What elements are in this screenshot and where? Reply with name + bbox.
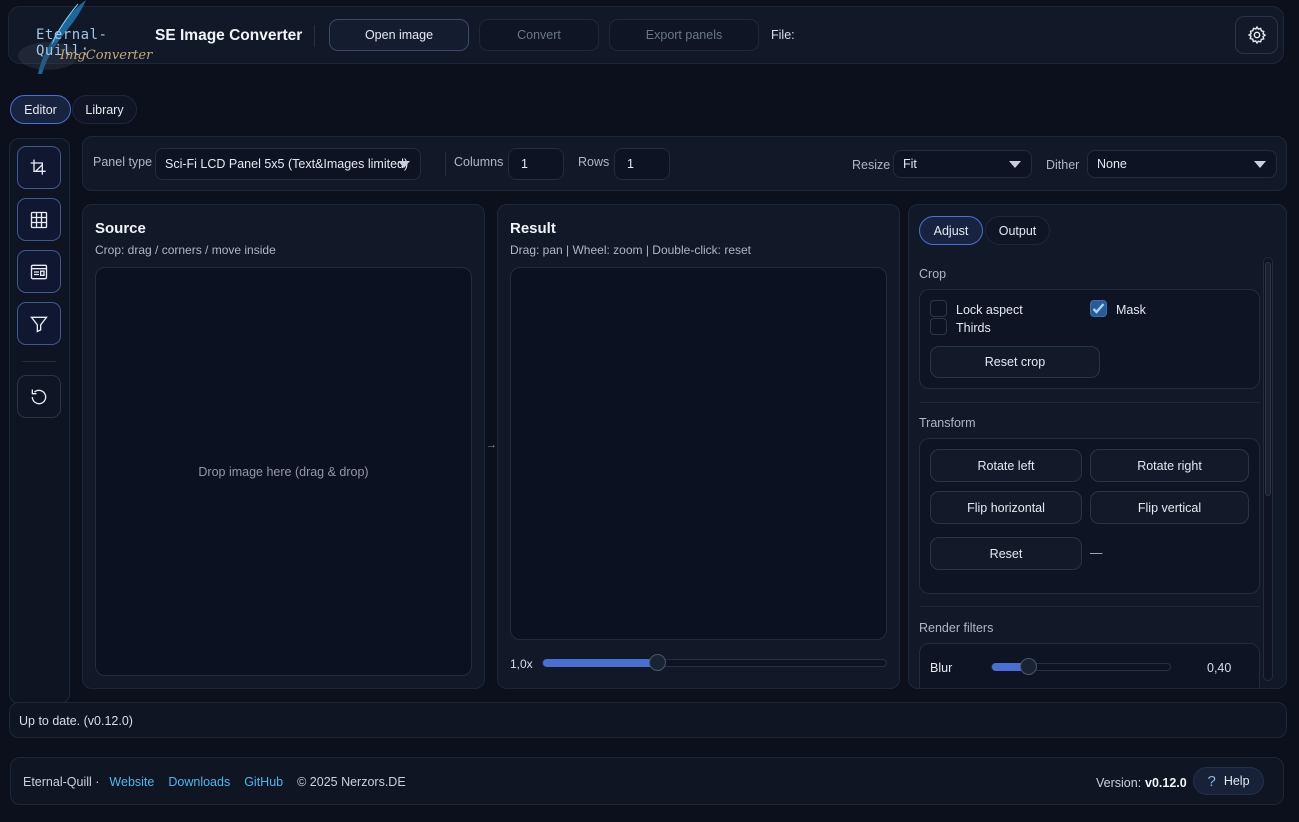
help-label: Help <box>1223 774 1250 788</box>
result-title: Result <box>510 220 556 237</box>
filter-icon <box>30 316 48 333</box>
crop-heading: Crop <box>919 267 947 281</box>
filter-tool-button[interactable] <box>17 302 61 345</box>
undo-icon <box>31 389 47 404</box>
resize-select[interactable]: Fit <box>893 150 1032 178</box>
blur-value: 0,40 <box>1207 661 1232 675</box>
zoom-slider-fill <box>543 659 657 667</box>
blur-slider-thumb[interactable] <box>1020 658 1037 675</box>
resize-value: Fit <box>903 157 917 171</box>
export-panels-button[interactable]: Export panels <box>609 19 759 51</box>
flip-vertical-button[interactable]: Flip vertical <box>1090 491 1249 524</box>
mask-label: Mask <box>1116 303 1146 317</box>
mask-checkbox[interactable] <box>1090 300 1107 317</box>
tool-divider <box>22 361 56 362</box>
logo-subtext: ImgConverter <box>60 48 153 63</box>
zoom-slider-thumb[interactable] <box>649 654 666 671</box>
rotate-right-button[interactable]: Rotate right <box>1090 449 1249 482</box>
reset-crop-button[interactable]: Reset crop <box>930 346 1100 378</box>
blur-slider[interactable] <box>991 658 1171 675</box>
lcd-panel-icon <box>30 264 48 279</box>
source-title: Source <box>95 220 146 237</box>
dither-select[interactable]: None <box>1087 150 1277 178</box>
rotate-left-button[interactable]: Rotate left <box>930 449 1082 482</box>
header-divider <box>314 25 315 47</box>
columns-label: Columns <box>454 155 504 169</box>
dither-label: Dither <box>1046 158 1080 172</box>
help-icon: ? <box>1207 772 1216 790</box>
rows-input[interactable]: 1 <box>614 148 670 180</box>
settings-button[interactable] <box>1235 16 1278 54</box>
scrollbar-thumb[interactable] <box>1265 262 1271 496</box>
right-panel-scrollbar[interactable] <box>1263 257 1273 681</box>
dither-value: None <box>1097 157 1127 171</box>
zoom-value: 1,0x <box>510 657 533 671</box>
lock-aspect-label: Lock aspect <box>956 303 1023 317</box>
chevron-down-icon <box>398 161 410 168</box>
chevron-down-icon <box>1009 161 1021 168</box>
result-canvas[interactable] <box>510 267 887 640</box>
open-image-button[interactable]: Open image <box>329 19 469 51</box>
tab-library[interactable]: Library <box>72 95 137 124</box>
transform-reset-value: — <box>1090 546 1103 560</box>
flip-horizontal-button[interactable]: Flip horizontal <box>930 491 1082 524</box>
section-divider <box>919 402 1260 403</box>
dropzone-text: Drop image here (drag & drop) <box>198 464 369 479</box>
thirds-checkbox[interactable] <box>930 318 947 335</box>
thirds-label: Thirds <box>956 321 991 335</box>
controls-divider <box>445 152 446 176</box>
tab-output[interactable]: Output <box>985 216 1050 245</box>
file-label: File: <box>771 28 795 42</box>
panel-tool-button[interactable] <box>17 250 61 293</box>
convert-button[interactable]: Convert <box>479 19 599 51</box>
help-button[interactable]: ? Help <box>1193 767 1264 795</box>
rows-label: Rows <box>578 155 610 169</box>
blur-label: Blur <box>930 661 953 675</box>
section-divider <box>919 606 1260 607</box>
downloads-link[interactable]: Downloads <box>168 775 230 789</box>
version-label: Version: <box>1096 776 1142 790</box>
panel-type-select[interactable]: Sci-Fi LCD Panel 5x5 (Text&Images limite… <box>155 148 421 180</box>
app-title: SE Image Converter <box>155 27 303 44</box>
zoom-slider[interactable] <box>542 654 887 671</box>
source-dropzone[interactable]: Drop image here (drag & drop) <box>95 267 472 676</box>
checkmark-icon <box>1092 303 1105 314</box>
website-link[interactable]: Website <box>109 775 154 789</box>
version-value: v0.12.0 <box>1145 776 1187 790</box>
resize-label: Resize <box>852 158 891 172</box>
transform-reset-button[interactable]: Reset <box>930 537 1082 570</box>
tab-adjust[interactable]: Adjust <box>919 216 983 245</box>
columns-input[interactable]: 1 <box>508 148 564 180</box>
crop-tool-button[interactable] <box>17 146 61 189</box>
grid-tool-button[interactable] <box>17 198 61 241</box>
crop-icon <box>30 159 46 175</box>
footer-brand: Eternal-Quill · <box>23 775 100 789</box>
lock-aspect-checkbox[interactable] <box>930 300 947 317</box>
arrow-separator: → <box>486 439 497 451</box>
panel-type-value: Sci-Fi LCD Panel 5x5 (Text&Images limite… <box>165 157 409 171</box>
app-logo: Eternal-Quill: ImgConverter <box>8 0 158 78</box>
right-panel-scroll-area: Crop Lock aspect Mask Thirds Reset crop … <box>909 255 1286 688</box>
transform-heading: Transform <box>919 416 976 430</box>
status-text: Up to date. (v0.12.0) <box>19 714 133 728</box>
reset-tool-button[interactable] <box>17 375 61 418</box>
footer-links: Eternal-Quill · Website Downloads GitHub… <box>23 775 406 789</box>
gear-icon <box>1247 25 1266 45</box>
github-link[interactable]: GitHub <box>244 775 283 789</box>
chevron-down-icon <box>1254 161 1266 168</box>
grid-icon <box>30 211 48 228</box>
result-hint: Drag: pan | Wheel: zoom | Double-click: … <box>510 243 751 257</box>
status-bar <box>9 702 1287 738</box>
tab-editor[interactable]: Editor <box>10 95 71 124</box>
footer-copyright: © 2025 Nerzors.DE <box>297 775 406 789</box>
render-filters-heading: Render filters <box>919 621 994 635</box>
panel-type-label: Panel type <box>93 155 153 169</box>
source-hint: Crop: drag / corners / move inside <box>95 243 276 257</box>
